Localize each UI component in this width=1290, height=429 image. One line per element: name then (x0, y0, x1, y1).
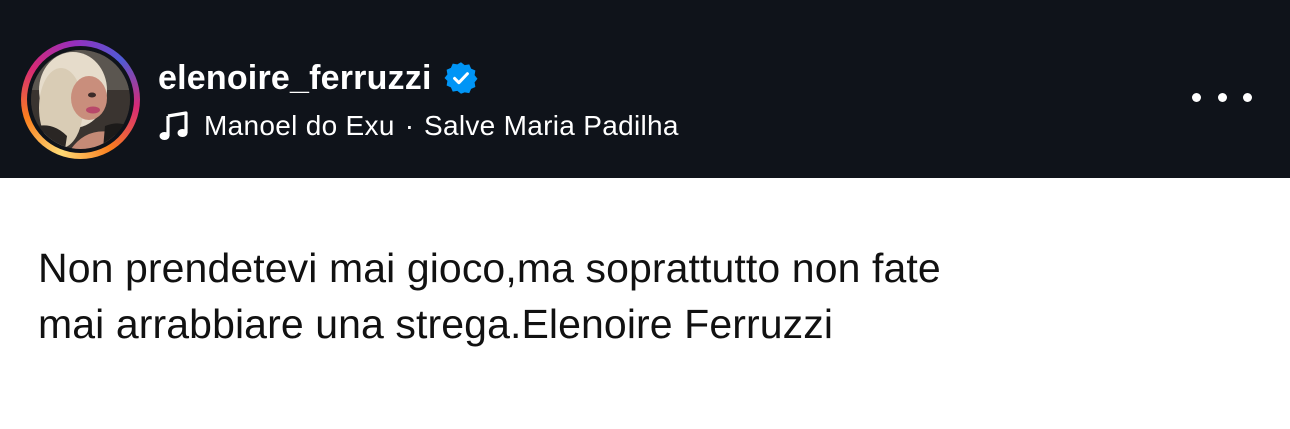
more-options-icon[interactable] (1192, 80, 1252, 114)
username-row: elenoire_ferruzzi (158, 56, 478, 100)
verified-badge-icon (444, 61, 478, 95)
avatar-image (31, 50, 130, 149)
more-dot (1192, 92, 1201, 102)
post-caption: Non prendetevi mai gioco,ma soprattutto … (38, 240, 1258, 352)
post-screenshot: elenoire_ferruzzi Manoel do Exu · Salve … (0, 0, 1290, 429)
story-ring[interactable] (21, 40, 140, 159)
audio-separator: · (404, 110, 415, 141)
caption-line: Non prendetevi mai gioco,ma soprattutto … (38, 245, 941, 291)
username[interactable]: elenoire_ferruzzi (158, 59, 432, 98)
audio-artist: Manoel do Exu (204, 110, 395, 141)
more-dot (1217, 92, 1227, 102)
more-dot (1243, 92, 1252, 102)
audio-attribution[interactable]: Manoel do Exu · Salve Maria Padilha (158, 106, 679, 146)
caption-line: mai arrabbiare una strega.Elenoire Ferru… (38, 301, 834, 347)
music-note-icon (158, 110, 190, 142)
post-header: elenoire_ferruzzi Manoel do Exu · Salve … (0, 0, 1290, 178)
avatar[interactable] (31, 50, 130, 149)
audio-track: Salve Maria Padilha (424, 110, 679, 141)
